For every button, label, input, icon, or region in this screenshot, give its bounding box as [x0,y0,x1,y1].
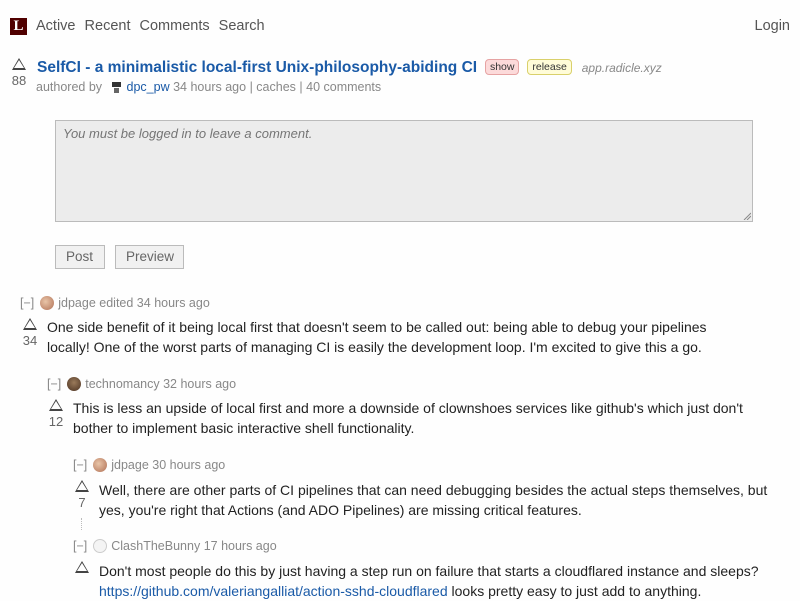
comment-body: This is less an upside of local first an… [73,400,743,436]
comment-meta: 17 hours ago [203,539,277,553]
caches-link[interactable]: caches [256,80,296,94]
tag-show[interactable]: show [484,59,520,75]
collapse-toggle[interactable]: [−] [47,377,61,391]
comment-body: Don't most people do this by just having… [99,561,789,601]
comment-author[interactable]: jdpage [111,458,149,472]
comments-link[interactable]: 40 comments [306,80,381,94]
comment-vote: 12 [48,399,64,429]
comment-author[interactable]: jdpage [58,296,96,310]
upvote-icon[interactable] [75,561,89,573]
upvote-icon[interactable] [49,399,63,411]
login-link[interactable]: Login [755,18,790,34]
comment-vote [74,561,90,573]
user-avatar[interactable] [93,458,108,472]
comment-author[interactable]: ClashTheBunny [111,539,200,553]
comment-link[interactable]: https://github.com/valeriangalliat/actio… [99,583,448,599]
nav-recent[interactable]: Recent [85,18,131,34]
story-vote: 88 [10,58,28,88]
comment-score: 34 [22,333,38,348]
story-title[interactable]: SelfCI - a minimalistic local-first Unix… [37,59,477,76]
comment-header: [−] jdpage edited 34 hours ago [20,296,210,310]
comment-author[interactable]: technomancy [85,377,159,391]
comment-score: 7 [78,495,86,510]
story-byline: authored by dpc_pw 34 hours ago | caches… [36,80,381,94]
comment-meta: 32 hours ago [163,377,237,391]
main-nav: Active Recent Comments Search [36,18,270,34]
comment-score: 12 [48,414,64,429]
story-domain[interactable]: app.radicle.xyz [582,61,662,75]
tag-release[interactable]: release [527,59,572,75]
author-avatar[interactable] [109,81,123,94]
byline-separator: | [299,80,303,94]
nav-active[interactable]: Active [36,18,76,34]
user-avatar[interactable] [67,377,82,391]
comment-header: [−] technomancy 32 hours ago [47,377,236,391]
site-header: L Active Recent Comments Search Login [0,0,800,50]
collapse-toggle[interactable]: [−] [73,458,87,472]
comment-textarea[interactable] [55,120,753,222]
nav-comments[interactable]: Comments [140,18,210,34]
story-heading: SelfCI - a minimalistic local-first Unix… [37,59,662,77]
user-avatar[interactable] [40,296,55,310]
upvote-icon[interactable] [12,58,26,70]
comment-meta: edited 34 hours ago [99,296,210,310]
story-author[interactable]: dpc_pw [127,80,170,94]
comment-vote: 34 [22,318,38,348]
collapse-toggle[interactable]: [−] [73,539,87,553]
preview-button[interactable]: Preview [115,245,184,269]
comment-text: Don't most people do this by just having… [99,563,759,579]
comment-body: One side benefit of it being local first… [47,319,707,355]
byline-separator: | [249,80,253,94]
comment-header: [−] jdpage 30 hours ago [73,458,225,472]
comment-vote: 7 [74,480,90,510]
site-logo[interactable]: L [10,18,27,35]
authored-by-label: authored by [36,80,103,94]
comment-meta: 30 hours ago [152,458,226,472]
nav-search[interactable]: Search [219,18,265,34]
collapse-toggle[interactable]: [−] [20,296,34,310]
comment-body: Well, there are other parts of CI pipeli… [99,482,768,518]
comment-text: looks pretty easy to just add to anythin… [447,583,702,599]
story-time: 34 hours ago [173,80,247,94]
resize-grip-icon[interactable] [743,212,751,220]
upvote-icon[interactable] [75,480,89,492]
post-button[interactable]: Post [55,245,105,269]
thread-line [81,518,82,530]
user-avatar[interactable] [93,539,108,553]
comment-header: [−] ClashTheBunny 17 hours ago [73,539,277,553]
story-score: 88 [11,73,27,88]
upvote-icon[interactable] [23,318,37,330]
